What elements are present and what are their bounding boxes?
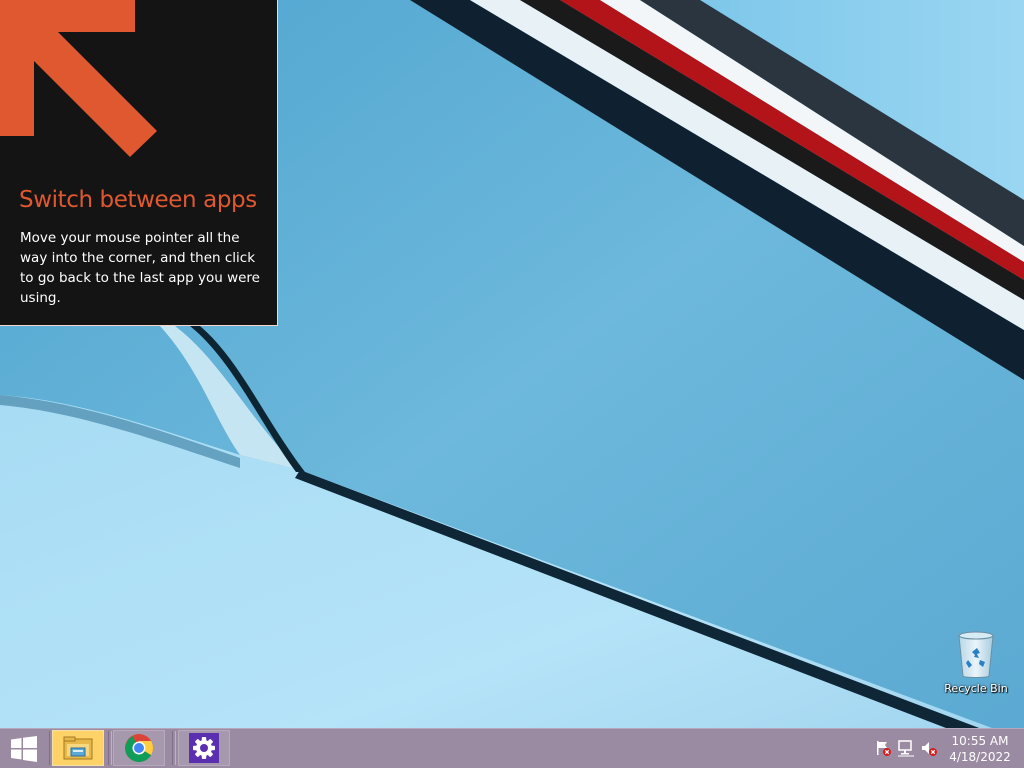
taskbar-app-chrome[interactable] <box>113 730 165 766</box>
action-center-flag-icon[interactable] <box>874 739 892 757</box>
settings-gear-icon <box>189 733 219 763</box>
desktop-screen: Switch between apps Move your mouse poin… <box>0 0 1024 768</box>
taskbar: 10:55 AM 4/18/2022 <box>0 728 1024 768</box>
tip-title: Switch between apps <box>19 187 257 213</box>
network-icon[interactable] <box>897 739 915 757</box>
tip-body: Move your mouse pointer all the way into… <box>20 230 260 306</box>
arrow-up-left-icon <box>0 0 157 157</box>
volume-muted-icon[interactable] <box>920 739 938 757</box>
chrome-icon <box>125 734 153 762</box>
taskbar-app-settings[interactable] <box>178 730 230 766</box>
clock-time: 10:55 AM <box>951 734 1009 748</box>
taskbar-clock[interactable]: 10:55 AM 4/18/2022 <box>944 733 1016 765</box>
recycle-bin-icon <box>958 631 994 678</box>
tip-flyout[interactable]: Switch between apps Move your mouse poin… <box>0 0 278 326</box>
recycle-bin-label: Recycle Bin <box>944 682 1008 695</box>
system-tray <box>872 739 940 759</box>
windows-logo-icon <box>11 735 37 762</box>
taskbar-app-file-explorer[interactable] <box>52 730 104 766</box>
desktop-icon-recycle-bin[interactable]: Recycle Bin <box>940 628 1012 702</box>
file-explorer-icon <box>63 736 93 760</box>
start-button[interactable] <box>0 729 48 768</box>
taskbar-separator <box>172 731 176 765</box>
clock-date: 4/18/2022 <box>949 750 1011 764</box>
taskbar-separator <box>108 731 112 765</box>
